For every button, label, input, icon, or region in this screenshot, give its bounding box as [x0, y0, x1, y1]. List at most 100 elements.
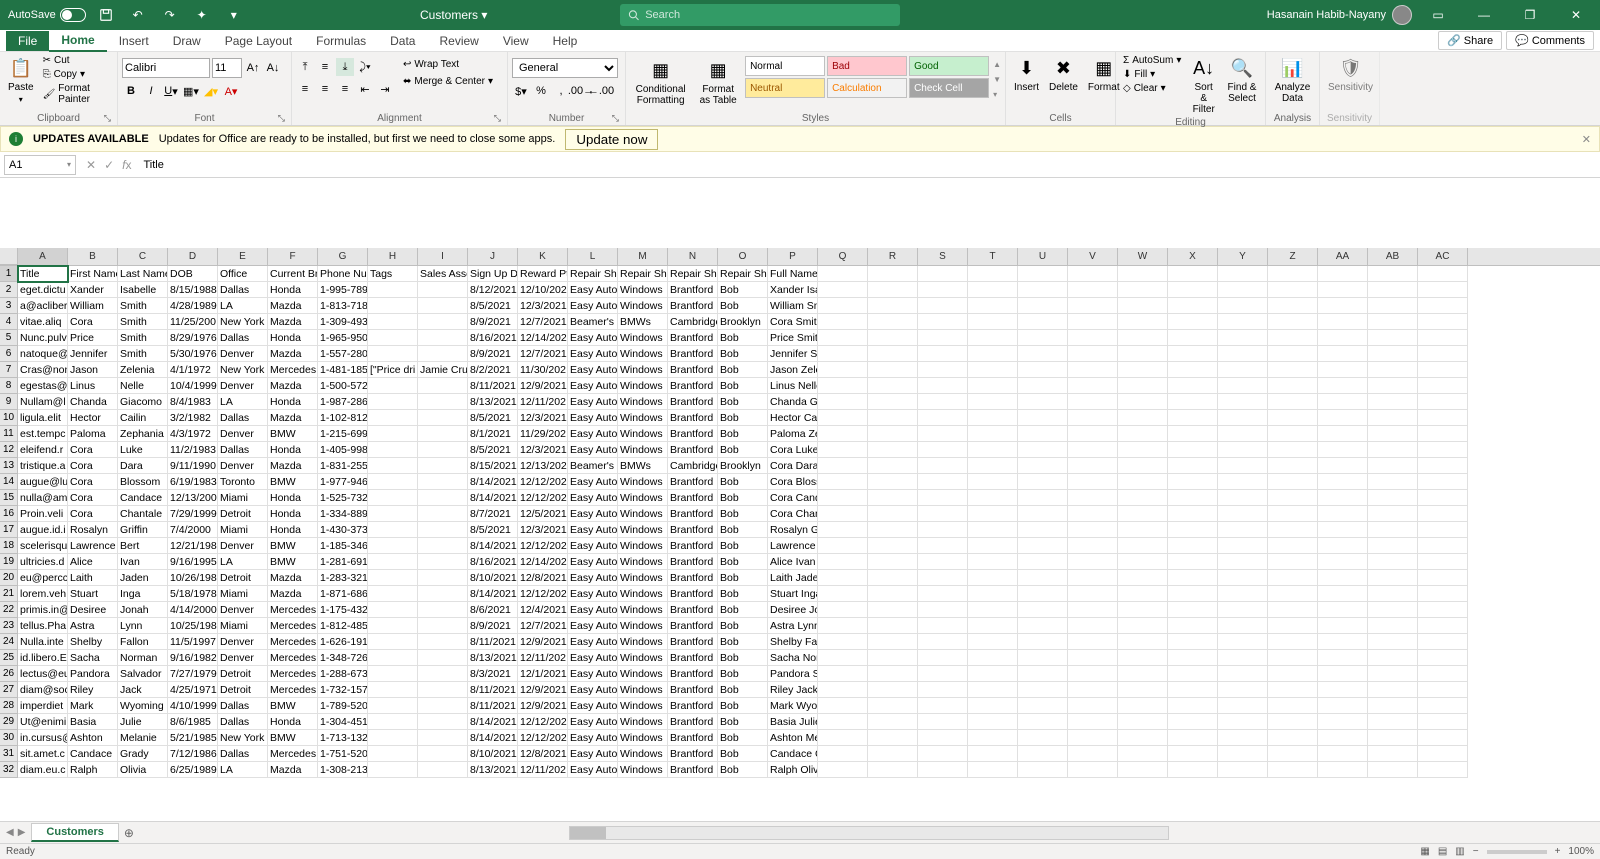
styles-down-icon[interactable]: ▼: [993, 75, 1001, 84]
cell-E24[interactable]: Denver: [218, 634, 268, 650]
cell-T27[interactable]: [968, 682, 1018, 698]
cell-W30[interactable]: [1118, 730, 1168, 746]
cell-E1[interactable]: Office: [218, 266, 268, 282]
cell-B8[interactable]: Linus: [68, 378, 118, 394]
comments-button[interactable]: 💬 Comments: [1506, 31, 1594, 50]
cell-AC20[interactable]: [1418, 570, 1468, 586]
cell-V30[interactable]: [1068, 730, 1118, 746]
cell-W19[interactable]: [1118, 554, 1168, 570]
cell-Q6[interactable]: [818, 346, 868, 362]
cell-R25[interactable]: [868, 650, 918, 666]
cell-S23[interactable]: [918, 618, 968, 634]
cell-I15[interactable]: [418, 490, 468, 506]
cell-H2[interactable]: [368, 282, 418, 298]
cell-B22[interactable]: Desiree: [68, 602, 118, 618]
cell-H4[interactable]: [368, 314, 418, 330]
underline-icon[interactable]: U▾: [162, 82, 180, 100]
cell-U31[interactable]: [1018, 746, 1068, 762]
tab-review[interactable]: Review: [427, 31, 490, 51]
cell-S3[interactable]: [918, 298, 968, 314]
customize-qat-icon[interactable]: ▾: [222, 3, 246, 27]
cell-W7[interactable]: [1118, 362, 1168, 378]
cell-C6[interactable]: Smith: [118, 346, 168, 362]
cell-Q24[interactable]: [818, 634, 868, 650]
cell-AC28[interactable]: [1418, 698, 1468, 714]
cell-A6[interactable]: natoque@: [18, 346, 68, 362]
cell-W25[interactable]: [1118, 650, 1168, 666]
cell-H31[interactable]: [368, 746, 418, 762]
decrease-decimal-icon[interactable]: ←.00: [592, 82, 610, 100]
cell-I10[interactable]: [418, 410, 468, 426]
cell-Y9[interactable]: [1218, 394, 1268, 410]
col-header-J[interactable]: J: [468, 248, 518, 265]
cell-Y18[interactable]: [1218, 538, 1268, 554]
cell-L23[interactable]: Easy Auto: [568, 618, 618, 634]
cell-H21[interactable]: [368, 586, 418, 602]
cell-V18[interactable]: [1068, 538, 1118, 554]
cell-W20[interactable]: [1118, 570, 1168, 586]
cell-K7[interactable]: 11/30/202: [518, 362, 568, 378]
cell-G15[interactable]: 1-525-732-3289: [318, 490, 368, 506]
cell-J31[interactable]: 8/10/2021: [468, 746, 518, 762]
cell-C2[interactable]: Isabelle: [118, 282, 168, 298]
cell-G12[interactable]: 1-405-998-9987: [318, 442, 368, 458]
cell-Q22[interactable]: [818, 602, 868, 618]
orientation-icon[interactable]: ⤸▾: [356, 58, 374, 76]
cell-V15[interactable]: [1068, 490, 1118, 506]
cell-AA15[interactable]: [1318, 490, 1368, 506]
cell-U27[interactable]: [1018, 682, 1068, 698]
format-table-button[interactable]: ▦Format as Table: [695, 56, 741, 108]
cell-V17[interactable]: [1068, 522, 1118, 538]
cell-H20[interactable]: [368, 570, 418, 586]
cell-U8[interactable]: [1018, 378, 1068, 394]
cell-I13[interactable]: [418, 458, 468, 474]
cell-X15[interactable]: [1168, 490, 1218, 506]
cell-Y26[interactable]: [1218, 666, 1268, 682]
cell-I18[interactable]: [418, 538, 468, 554]
cell-D8[interactable]: 10/4/1999: [168, 378, 218, 394]
cell-Z5[interactable]: [1268, 330, 1318, 346]
cell-M26[interactable]: Windows: [618, 666, 668, 682]
cell-F7[interactable]: Mercedes: [268, 362, 318, 378]
cell-O22[interactable]: Bob: [718, 602, 768, 618]
col-header-L[interactable]: L: [568, 248, 618, 265]
cell-W14[interactable]: [1118, 474, 1168, 490]
cell-AC18[interactable]: [1418, 538, 1468, 554]
cell-J17[interactable]: 8/5/2021: [468, 522, 518, 538]
cell-L30[interactable]: Easy Auto: [568, 730, 618, 746]
align-bottom-icon[interactable]: ⤓: [336, 58, 354, 76]
cell-J19[interactable]: 8/16/2021: [468, 554, 518, 570]
italic-icon[interactable]: I: [142, 82, 160, 100]
row-header-17[interactable]: 17: [0, 522, 18, 538]
cell-W1[interactable]: [1118, 266, 1168, 282]
row-header-31[interactable]: 31: [0, 746, 18, 762]
cell-I22[interactable]: [418, 602, 468, 618]
cell-G4[interactable]: 1-309-493-9697: [318, 314, 368, 330]
cell-U18[interactable]: [1018, 538, 1068, 554]
cell-G29[interactable]: 1-304-451-4713: [318, 714, 368, 730]
cell-S16[interactable]: [918, 506, 968, 522]
cell-Z12[interactable]: [1268, 442, 1318, 458]
cell-Z1[interactable]: [1268, 266, 1318, 282]
cell-R3[interactable]: [868, 298, 918, 314]
cell-N1[interactable]: Repair Sh: [668, 266, 718, 282]
cell-E3[interactable]: LA: [218, 298, 268, 314]
row-header-3[interactable]: 3: [0, 298, 18, 314]
cell-X25[interactable]: [1168, 650, 1218, 666]
cell-C23[interactable]: Lynn: [118, 618, 168, 634]
cell-P26[interactable]: Pandora Salvador: [768, 666, 818, 682]
cell-O11[interactable]: Bob: [718, 426, 768, 442]
cell-I20[interactable]: [418, 570, 468, 586]
cell-X13[interactable]: [1168, 458, 1218, 474]
name-box[interactable]: A1▾: [4, 155, 76, 175]
cell-AB6[interactable]: [1368, 346, 1418, 362]
cell-B17[interactable]: Rosalyn: [68, 522, 118, 538]
zoom-level[interactable]: 100%: [1568, 846, 1594, 857]
cell-R26[interactable]: [868, 666, 918, 682]
cell-S21[interactable]: [918, 586, 968, 602]
cell-Q1[interactable]: [818, 266, 868, 282]
cell-A22[interactable]: primis.in@: [18, 602, 68, 618]
cell-Q17[interactable]: [818, 522, 868, 538]
cell-Y3[interactable]: [1218, 298, 1268, 314]
cell-F22[interactable]: Mercedes: [268, 602, 318, 618]
